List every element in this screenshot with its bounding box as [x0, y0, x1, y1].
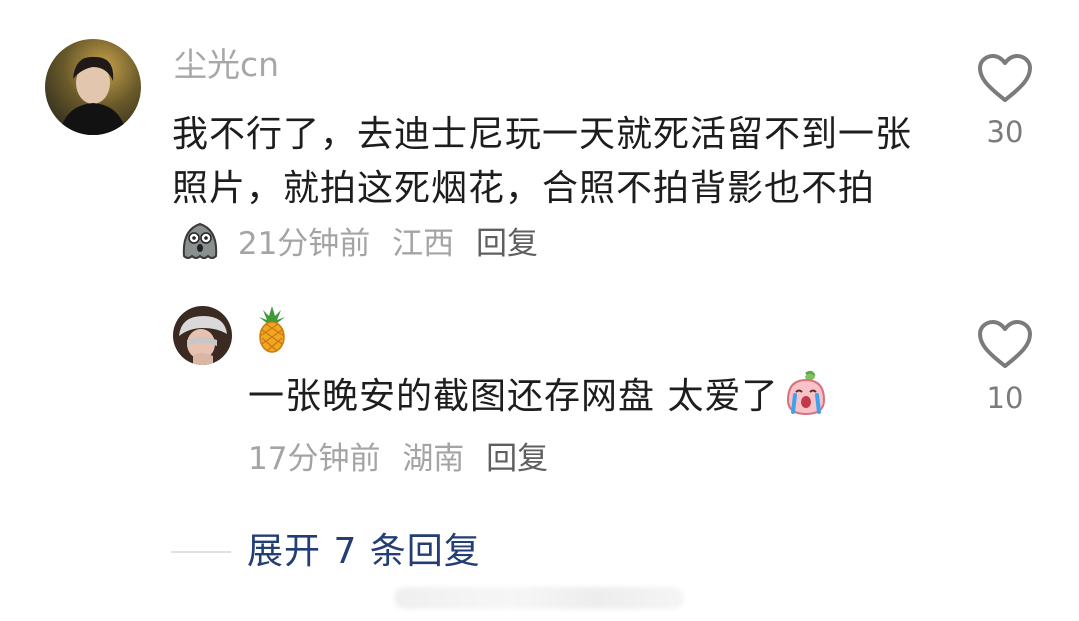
comment-like-button[interactable]: 30: [970, 54, 1040, 148]
comment-location: 江西: [392, 226, 455, 262]
like-count: 30: [986, 115, 1024, 149]
replier-avatar[interactable]: [173, 306, 232, 365]
reply-meta: 17分钟前 湖南 回复: [248, 436, 560, 482]
reply-reply-button[interactable]: 回复: [486, 441, 548, 477]
commenter-username[interactable]: 尘光cn: [174, 43, 279, 87]
reply-text: 一张晚安的截图还存网盘 太爱了: [248, 376, 779, 417]
ghost-shocked-emoji-icon: [176, 216, 224, 264]
comment-meta: 21分钟前 江西 回复: [228, 226, 550, 262]
expand-divider: [171, 551, 231, 553]
expand-replies-button[interactable]: 展开 7 条回复: [247, 529, 481, 575]
heart-icon[interactable]: [977, 54, 1033, 104]
reply-like-count: 10: [986, 381, 1024, 415]
reply-button[interactable]: 回复: [476, 226, 538, 262]
reply-time: 17分钟前: [248, 441, 381, 477]
heart-icon[interactable]: [977, 320, 1033, 370]
blurred-watermark: [394, 587, 684, 609]
reply-location: 湖南: [402, 441, 465, 477]
reply-like-button[interactable]: 10: [970, 320, 1040, 414]
replier-username[interactable]: [252, 304, 292, 354]
comment-time: 21分钟前: [237, 226, 371, 262]
comment-text: 我不行了，去迪士尼玩一天就死活留不到一张照片，就拍这死烟花，合照不拍背影也不拍: [172, 114, 913, 209]
crying-peach-emoji-icon: [782, 370, 830, 418]
commenter-avatar[interactable]: [45, 39, 141, 135]
pineapple-icon: [259, 306, 285, 353]
reply-body: 一张晚安的截图还存网盘 太爱了: [248, 370, 948, 424]
comment-body: 我不行了，去迪士尼玩一天就死活留不到一张照片，就拍这死烟花，合照不拍背影也不拍 …: [172, 108, 912, 271]
